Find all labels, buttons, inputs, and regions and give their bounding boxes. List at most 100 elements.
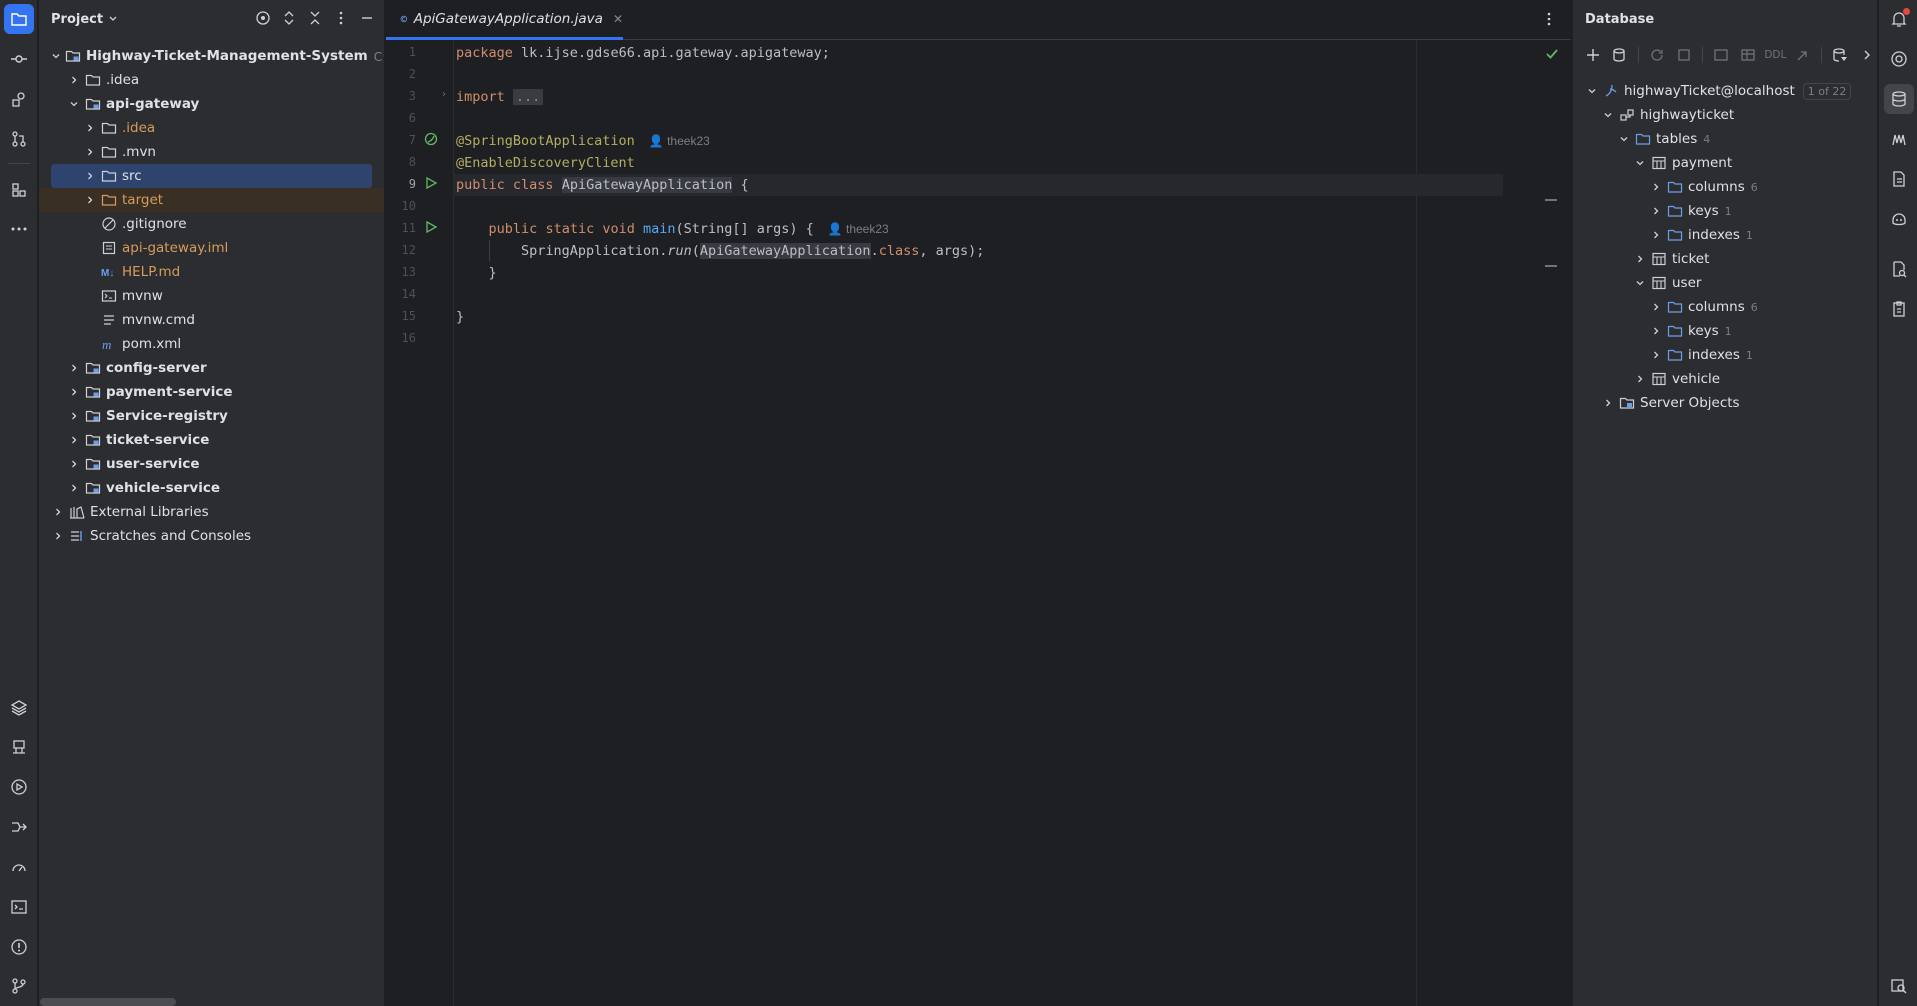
chevron-right-icon[interactable] (1601, 396, 1615, 410)
horizontal-scrollbar[interactable] (40, 998, 176, 1006)
clipboard-button[interactable] (1884, 294, 1914, 324)
maven-tool-button[interactable] (1884, 124, 1914, 154)
folded-imports[interactable]: ... (512, 89, 544, 105)
tree-item-indexes[interactable]: indexes 1 (1573, 343, 1877, 367)
tree-item-payment-service[interactable]: payment-service (39, 380, 384, 404)
tree-item-scratches-and-consoles[interactable]: Scratches and Consoles (39, 524, 384, 548)
hide-panel-button[interactable] (358, 9, 376, 27)
tree-item-tables[interactable]: tables 4 (1573, 127, 1877, 151)
console-button[interactable] (1711, 44, 1732, 66)
tree-item-target[interactable]: target (39, 188, 384, 212)
tree-item-mvnw-cmd[interactable]: mvnw.cmd (39, 308, 384, 332)
datasource-properties-button[interactable] (1610, 44, 1631, 66)
tree-item-gitignore[interactable]: .gitignore (39, 212, 384, 236)
tree-item-payment[interactable]: payment (1573, 151, 1877, 175)
more-actions-button[interactable] (1856, 44, 1877, 66)
project-tool-button[interactable] (4, 4, 34, 34)
project-panel-title[interactable]: Project (51, 12, 103, 27)
chevron-right-icon[interactable] (1633, 252, 1647, 266)
run-gutter-icon[interactable] (423, 175, 439, 191)
commit-tool-button[interactable] (4, 44, 34, 74)
chevron-right-icon[interactable] (67, 361, 81, 375)
chevron-right-icon[interactable] (67, 385, 81, 399)
problems-tool-button[interactable] (4, 932, 34, 962)
chevron-right-icon[interactable] (1649, 228, 1663, 242)
expand-all-button[interactable] (280, 9, 298, 27)
add-datasource-button[interactable] (1583, 44, 1604, 66)
chevron-down-icon[interactable] (67, 97, 81, 111)
jump-to-button[interactable] (1792, 44, 1813, 66)
tree-item-api-gateway-iml[interactable]: api-gateway.iml (39, 236, 384, 260)
profiler-tool-button[interactable] (4, 852, 34, 882)
tree-item-mvnw[interactable]: mvnw (39, 284, 384, 308)
chevron-right-icon[interactable] (51, 529, 65, 543)
chevron-down-icon[interactable] (1601, 108, 1615, 122)
ddl-button[interactable]: DDL (1764, 44, 1786, 66)
chevron-right-icon[interactable] (83, 145, 97, 159)
layers-tool-button[interactable] (4, 693, 34, 723)
fold-expand-icon[interactable]: › (442, 89, 446, 100)
git-tool-button[interactable] (4, 971, 34, 1001)
chevron-down-icon[interactable] (51, 49, 61, 63)
chevron-right-icon[interactable] (1649, 324, 1663, 338)
tree-item-highwayticket-localhost[interactable]: highwayTicket@localhost 1 of 22 (1573, 79, 1877, 103)
locate-file-button[interactable] (254, 9, 272, 27)
ai-assistant-button[interactable] (1884, 44, 1914, 74)
database-tool-button[interactable] (1884, 84, 1914, 114)
chevron-right-icon[interactable] (83, 121, 97, 135)
tree-item-pom-xml[interactable]: m pom.xml (39, 332, 384, 356)
filter-button[interactable] (1830, 44, 1851, 66)
tree-item-config-server[interactable]: config-server (39, 356, 384, 380)
code-area[interactable]: package lk.ijse.gdse66.api.gateway.apiga… (453, 40, 1571, 1006)
refresh-button[interactable] (1647, 44, 1668, 66)
chevron-down-icon[interactable] (1585, 84, 1599, 98)
tree-item-keys[interactable]: keys 1 (1573, 199, 1877, 223)
chevron-right-icon[interactable] (67, 409, 81, 423)
stop-button[interactable] (1674, 44, 1695, 66)
chevron-right-icon[interactable] (83, 193, 97, 207)
author-inlay[interactable]: 👤 theek23 (828, 222, 889, 236)
run-gutter-icon[interactable] (423, 219, 439, 235)
chevron-right-icon[interactable] (1649, 180, 1663, 194)
chevron-right-icon[interactable] (83, 169, 97, 183)
chevron-right-icon[interactable] (1649, 348, 1663, 362)
chevron-down-icon[interactable] (1633, 156, 1647, 170)
collapse-all-button[interactable] (306, 9, 324, 27)
plugins-tool-button[interactable] (4, 175, 34, 205)
tree-item-src[interactable]: src (51, 164, 372, 188)
more-tools-button[interactable] (4, 214, 34, 244)
editor-tab[interactable]: ApiGatewayApplication.java ✕ (386, 0, 623, 40)
tab-options-button[interactable] (1541, 11, 1557, 31)
tree-item-mvn[interactable]: .mvn (39, 140, 384, 164)
tree-item-server-objects[interactable]: Server Objects (1573, 391, 1877, 415)
tree-item-vehicle-service[interactable]: vehicle-service (39, 476, 384, 500)
chevron-right-icon[interactable] (51, 505, 65, 519)
chevron-right-icon[interactable] (67, 457, 81, 471)
tree-item-indexes[interactable]: indexes 1 (1573, 223, 1877, 247)
chevron-right-icon[interactable] (1649, 204, 1663, 218)
tree-item-ticket[interactable]: ticket (1573, 247, 1877, 271)
tree-item-ticket-service[interactable]: ticket-service (39, 428, 384, 452)
schema-count-badge[interactable]: 1 of 22 (1802, 82, 1852, 100)
terminal-tool-button[interactable] (4, 892, 34, 922)
chevron-right-icon[interactable] (67, 433, 81, 447)
tree-item-user-service[interactable]: user-service (39, 452, 384, 476)
tree-item-help-md[interactable]: M↓ HELP.md (39, 260, 384, 284)
services-tool-button[interactable] (4, 732, 34, 762)
tree-item-api-gateway[interactable]: api-gateway (39, 92, 384, 116)
tree-item-keys[interactable]: keys 1 (1573, 319, 1877, 343)
search-everywhere-button[interactable] (1884, 971, 1914, 1001)
author-inlay[interactable]: 👤 theek23 (649, 134, 710, 148)
http-client-button[interactable] (1884, 164, 1914, 194)
tree-item-highwayticket[interactable]: highwayticket (1573, 103, 1877, 127)
chevron-right-icon[interactable] (1649, 300, 1663, 314)
chevron-right-icon[interactable] (1633, 372, 1647, 386)
find-usages-button[interactable] (1884, 254, 1914, 284)
chevron-down-icon[interactable] (1617, 132, 1631, 146)
structure-tool-button[interactable] (4, 84, 34, 114)
tree-item-vehicle[interactable]: vehicle (1573, 367, 1877, 391)
tree-item-user[interactable]: user (1573, 271, 1877, 295)
pull-requests-tool-button[interactable] (4, 124, 34, 154)
endpoints-tool-button[interactable] (4, 812, 34, 842)
run-tool-button[interactable] (4, 772, 34, 802)
